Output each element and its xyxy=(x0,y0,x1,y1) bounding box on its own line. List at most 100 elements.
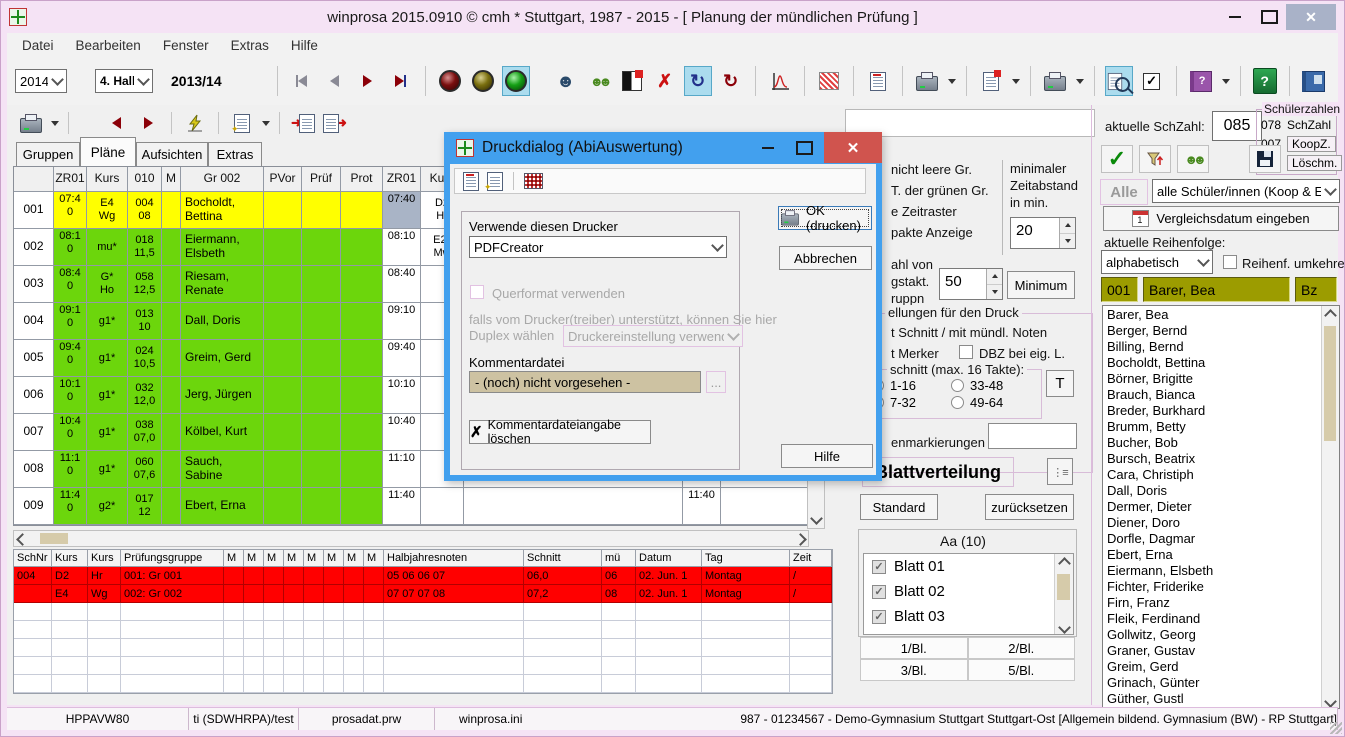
manual-book-caret[interactable] xyxy=(1222,79,1230,84)
student-item[interactable]: Billing, Bernd xyxy=(1103,339,1339,355)
ok-button[interactable]: OK (drucken) xyxy=(778,206,872,230)
m-cell[interactable] xyxy=(162,377,181,414)
tab[interactable]: Gruppen xyxy=(16,142,80,166)
grid-hscrollbar[interactable] xyxy=(13,530,809,547)
exit-book-button[interactable] xyxy=(1300,66,1328,96)
led-yellow-button[interactable] xyxy=(469,66,497,96)
order-select[interactable]: alphabetisch xyxy=(1101,250,1213,274)
resize-grip[interactable] xyxy=(1330,722,1342,734)
pvor-cell[interactable] xyxy=(264,192,302,229)
student-item[interactable]: Eiermann, Elsbeth xyxy=(1103,563,1339,579)
pruef-cell[interactable] xyxy=(302,229,341,266)
time-cell-2[interactable]: 10:10 xyxy=(383,377,421,414)
student-item[interactable]: Cara, Christiph xyxy=(1103,467,1339,483)
reverse-label[interactable]: Reihenf. umkehren xyxy=(1242,256,1345,271)
student-icon-button[interactable] xyxy=(552,66,580,96)
menu-item[interactable]: Datei xyxy=(11,38,65,53)
student-item[interactable]: Bursch, Beatrix xyxy=(1103,451,1339,467)
vergleichsdatum-button[interactable]: Vergleichsdatum eingeben xyxy=(1103,206,1339,231)
prot-cell[interactable] xyxy=(341,488,383,525)
rotate-k-icon-button[interactable] xyxy=(717,66,745,96)
nav-last-button[interactable] xyxy=(387,66,415,96)
plan-row[interactable]: 009 11:40 g2* 017 12 Ebert, Erna 11:40 1… xyxy=(14,488,808,525)
nav-first-button[interactable] xyxy=(288,66,316,96)
takte-radio[interactable]: 7-32 xyxy=(871,394,951,411)
column-header[interactable]: M xyxy=(364,550,384,567)
column-header[interactable] xyxy=(14,167,54,192)
pvor-cell[interactable] xyxy=(264,451,302,488)
student-item[interactable]: Dorfle, Dagmar xyxy=(1103,531,1339,547)
print-plan-caret[interactable] xyxy=(51,121,59,126)
student-item[interactable]: Breder, Burkhard xyxy=(1103,403,1339,419)
reset-button[interactable]: zurücksetzen xyxy=(985,494,1074,520)
group-icon-button[interactable] xyxy=(585,66,613,96)
time-cell[interactable]: 11:40 xyxy=(54,488,87,525)
tab[interactable]: Extras xyxy=(208,142,262,166)
dither-icon-button[interactable] xyxy=(815,66,843,96)
code-cell[interactable]: 017 12 xyxy=(128,488,162,525)
blatt-list-button[interactable] xyxy=(1047,458,1073,485)
student-scrollbar[interactable] xyxy=(1321,306,1339,708)
blatt-item[interactable]: Blatt 01 xyxy=(864,554,1073,579)
pvor-cell[interactable] xyxy=(264,229,302,266)
m-cell[interactable] xyxy=(162,303,181,340)
new-doc-button[interactable]: ✦ xyxy=(228,111,256,135)
option-green-groups[interactable]: T. der grünen Gr. xyxy=(891,183,989,198)
column-header[interactable]: 010 xyxy=(128,167,162,192)
time-cell-2[interactable]: 09:10 xyxy=(383,303,421,340)
blatt-scrollbar[interactable] xyxy=(1054,554,1073,634)
page-next-button[interactable] xyxy=(134,111,162,135)
bookmark-doc-caret[interactable] xyxy=(1012,79,1020,84)
reverse-checkbox[interactable] xyxy=(1223,255,1237,269)
column-header[interactable]: Zeit xyxy=(790,550,832,567)
help-button[interactable] xyxy=(1251,66,1279,96)
prot-cell[interactable] xyxy=(341,414,383,451)
pvor-cell[interactable] xyxy=(264,303,302,340)
scroll-thumb[interactable] xyxy=(1057,574,1070,600)
student-item[interactable]: Fleik, Ferdinand xyxy=(1103,611,1339,627)
rtf-export-icon[interactable] xyxy=(463,172,479,191)
count-spinner[interactable]: 50 xyxy=(939,268,1003,300)
time-cell[interactable]: 08:10 xyxy=(54,229,87,266)
column-header[interactable]: M xyxy=(344,550,364,567)
transfer-icon-button[interactable] xyxy=(651,66,679,96)
schzahl-value[interactable]: 085 xyxy=(1212,111,1262,141)
prot-cell[interactable] xyxy=(341,377,383,414)
name-cell[interactable]: Sauch, Sabine xyxy=(181,451,264,488)
scroll-down-button[interactable] xyxy=(808,512,824,528)
page-prev-button[interactable] xyxy=(102,111,130,135)
column-header[interactable]: ZR01 xyxy=(383,167,421,192)
pruef-cell[interactable] xyxy=(302,340,341,377)
preview-button[interactable] xyxy=(1105,66,1133,96)
led-red-button[interactable] xyxy=(436,66,464,96)
t-button[interactable]: T xyxy=(1046,370,1074,397)
column-header[interactable]: Tag xyxy=(702,550,790,567)
group-button[interactable] xyxy=(1177,145,1209,173)
time-cell-2[interactable]: 08:10 xyxy=(383,229,421,266)
plan-icon-button[interactable] xyxy=(618,66,646,96)
save-button[interactable] xyxy=(1249,145,1281,173)
student-item[interactable]: Grinach, Günter xyxy=(1103,675,1339,691)
dialog-minimize-button[interactable] xyxy=(754,136,782,160)
student-item[interactable]: Barer, Bea xyxy=(1103,307,1339,323)
column-header[interactable]: ZR01 xyxy=(54,167,87,192)
menu-item[interactable]: Hilfe xyxy=(280,38,329,53)
column-header[interactable]: Datum xyxy=(636,550,702,567)
prot-cell[interactable] xyxy=(341,229,383,266)
pruef-cell[interactable] xyxy=(302,488,341,525)
time-cell[interactable]: 11:10 xyxy=(54,451,87,488)
time-cell-2[interactable]: 10:40 xyxy=(383,414,421,451)
exam-row-empty[interactable] xyxy=(14,621,832,639)
option-compact[interactable]: pakte Anzeige xyxy=(891,225,973,240)
zahlen-label[interactable]: SchZahl xyxy=(1287,118,1331,132)
lightning-button[interactable] xyxy=(181,111,209,135)
column-header[interactable]: M xyxy=(264,550,284,567)
alle-button[interactable]: Alle xyxy=(1100,179,1148,205)
student-item[interactable]: Greim, Gerd xyxy=(1103,659,1339,675)
print-plan-button[interactable] xyxy=(17,111,45,135)
calendar-grid-icon[interactable] xyxy=(524,173,543,189)
time-cell-2[interactable]: 09:40 xyxy=(383,340,421,377)
bookmark-doc-button[interactable] xyxy=(977,66,1005,96)
column-header[interactable]: Kurs xyxy=(88,550,121,567)
m-cell[interactable] xyxy=(162,192,181,229)
